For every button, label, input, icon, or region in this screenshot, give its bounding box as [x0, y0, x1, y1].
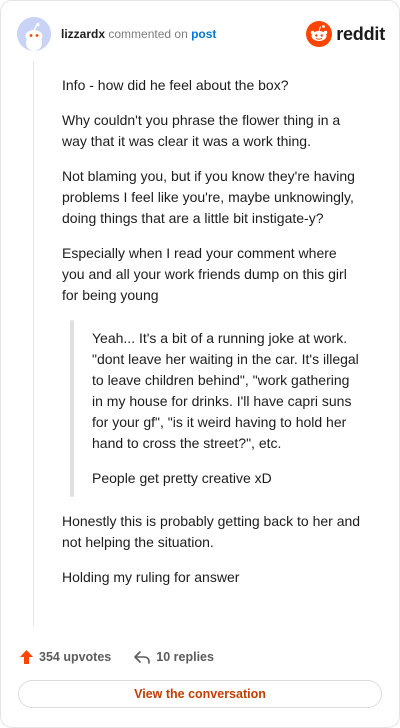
- comment-card: lizzardx commented on post reddit Info -…: [0, 0, 400, 728]
- username[interactable]: lizzardx: [61, 27, 105, 41]
- action-text: commented on: [108, 27, 188, 41]
- reddit-alien-icon: [306, 21, 333, 47]
- comment-paragraph: Info - how did he feel about the box?: [62, 77, 289, 93]
- upvotes-stat[interactable]: 354 upvotes: [19, 649, 111, 665]
- replies-stat[interactable]: 10 replies: [133, 649, 214, 665]
- upvote-arrow-icon: [20, 650, 33, 664]
- comment-paragraph: Especially when I read your comment wher…: [62, 245, 347, 303]
- reddit-logo[interactable]: reddit: [306, 21, 385, 47]
- reply-arrow-icon: [134, 651, 151, 664]
- comment-paragraph: Holding my ruling for answer: [62, 569, 240, 585]
- comment-body: Info - how did he feel about the box? Wh…: [62, 75, 362, 602]
- post-link[interactable]: post: [191, 27, 216, 41]
- comment-paragraph: Not blaming you, but if you know they're…: [62, 168, 355, 226]
- replies-count: 10 replies: [156, 650, 214, 664]
- view-conversation-button[interactable]: View the conversation: [18, 680, 382, 708]
- comment-stats: 354 upvotes 10 replies: [19, 647, 236, 667]
- quote-paragraph: Yeah... It's a bit of a running joke at …: [92, 330, 359, 451]
- comment-header: lizzardx commented on post reddit: [17, 17, 385, 51]
- comment-meta: lizzardx commented on post: [61, 27, 216, 41]
- avatar[interactable]: [17, 17, 51, 51]
- quote-paragraph: People get pretty creative xD: [92, 470, 272, 486]
- blockquote: Yeah... It's a bit of a running joke at …: [70, 320, 362, 497]
- upvotes-count: 354 upvotes: [39, 650, 112, 664]
- reddit-wordmark: reddit: [336, 23, 385, 44]
- thread-line: [33, 61, 34, 626]
- comment-paragraph: Honestly this is probably getting back t…: [62, 513, 361, 550]
- comment-paragraph: Why couldn't you phrase the flower thing…: [62, 112, 341, 149]
- snoo-avatar-icon: [17, 17, 51, 51]
- blockquote-bar: [70, 320, 74, 497]
